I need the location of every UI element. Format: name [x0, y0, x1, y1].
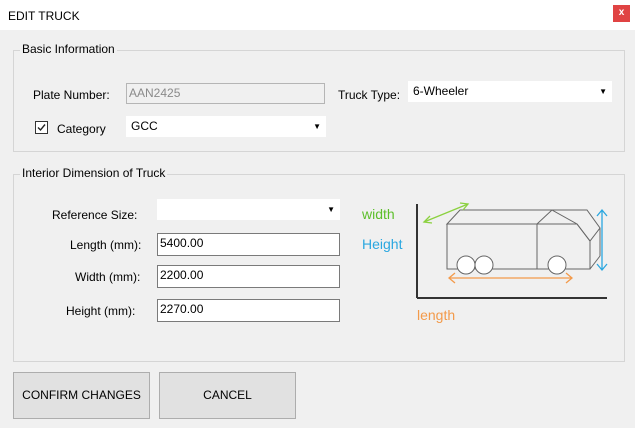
checkmark-icon: [37, 124, 46, 132]
length-label: Length (mm):: [70, 238, 142, 252]
diagram-height-label: Height: [362, 236, 403, 252]
title-bar: EDIT TRUCK x: [0, 0, 635, 30]
plate-number-field[interactable]: AAN2425: [126, 83, 325, 104]
width-label: Width (mm):: [75, 270, 141, 284]
height-field[interactable]: 2270.00: [157, 299, 340, 322]
category-value: GCC: [131, 119, 158, 133]
basic-information-legend: Basic Information: [20, 42, 117, 56]
diagram-width-label: width: [362, 206, 395, 222]
close-icon: x: [618, 7, 625, 18]
chevron-down-icon: ▼: [327, 205, 335, 214]
height-label: Height (mm):: [66, 304, 136, 318]
truck-type-select[interactable]: 6-Wheeler ▼: [408, 81, 612, 102]
length-field[interactable]: 5400.00: [157, 233, 340, 256]
truck-type-label: Truck Type:: [338, 88, 401, 102]
truck-type-value: 6-Wheeler: [413, 84, 469, 98]
plate-number-label: Plate Number:: [33, 88, 110, 102]
diagram-length-label: length: [417, 307, 456, 323]
category-label: Category: [57, 122, 106, 136]
category-select[interactable]: GCC ▼: [126, 116, 326, 137]
category-checkbox[interactable]: [35, 121, 48, 134]
reference-size-label: Reference Size:: [52, 208, 138, 222]
cancel-button[interactable]: CANCEL: [159, 372, 296, 419]
chevron-down-icon: ▼: [313, 122, 321, 131]
chevron-down-icon: ▼: [599, 87, 607, 96]
reference-size-select[interactable]: ▼: [157, 199, 340, 220]
window-title: EDIT TRUCK: [8, 9, 80, 23]
confirm-changes-button[interactable]: CONFIRM CHANGES: [13, 372, 150, 419]
truck-diagram: [416, 202, 608, 299]
width-field[interactable]: 2200.00: [157, 265, 340, 288]
close-button[interactable]: x: [613, 5, 630, 22]
interior-dimension-legend: Interior Dimension of Truck: [20, 166, 168, 180]
